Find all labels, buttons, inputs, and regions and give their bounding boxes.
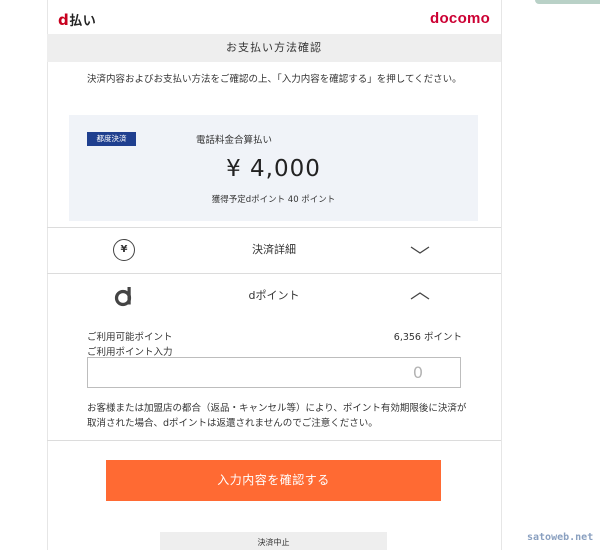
available-points-label: ご利用可能ポイント [87, 332, 173, 343]
points-info: ご利用可能ポイント 6,356 ポイント ご利用ポイント入力 [87, 330, 462, 360]
divider [47, 440, 501, 441]
dpay-logo: d払い [58, 10, 96, 29]
instructions-text: 決済内容およびお支払い方法をご確認の上、「入力内容を確認する」を押してください。 [87, 74, 462, 85]
earned-points-note: 獲得予定dポイント 40 ポイント [211, 195, 336, 205]
payment-type-badge: 都度決済 [87, 132, 136, 146]
dpoint-accordion-toggle[interactable]: dポイント [47, 273, 501, 319]
page-title: お支払い方法確認 [47, 34, 501, 62]
confirm-input-button[interactable]: 入力内容を確認する [106, 460, 441, 501]
payment-amount: ¥ 4,000 [226, 156, 321, 182]
details-section-label: 決済詳細 [252, 243, 296, 256]
payment-method-label: 電話料金合算払い [196, 135, 273, 146]
points-input[interactable] [87, 357, 461, 388]
top-bar: d払い docomo [0, 0, 600, 34]
available-points-value: 6,356 ポイント [393, 332, 462, 343]
chevron-up-icon [410, 292, 430, 300]
disclaimer-text: お客様または加盟店の都合（返品・キャンセル等）により、ポイント有効期限後に決済が… [87, 403, 467, 429]
corner-decoration [535, 0, 600, 4]
frame-border-right [501, 0, 502, 550]
dpoint-section-label: dポイント [248, 289, 300, 302]
watermark: satoweb.net [527, 532, 594, 543]
cancel-payment-button[interactable]: 決済中止 [160, 532, 387, 550]
details-accordion-toggle[interactable]: ¥ 決済詳細 [47, 227, 501, 273]
chevron-down-icon [410, 246, 430, 254]
payment-summary: 都度決済 電話料金合算払い ¥ 4,000 獲得予定dポイント 40 ポイント [69, 115, 478, 221]
dpay-logo-d: d [58, 11, 70, 29]
docomo-logo: docomo [430, 10, 491, 27]
dpay-logo-text: 払い [69, 14, 97, 29]
available-points-row: ご利用可能ポイント 6,356 ポイント [87, 330, 462, 345]
